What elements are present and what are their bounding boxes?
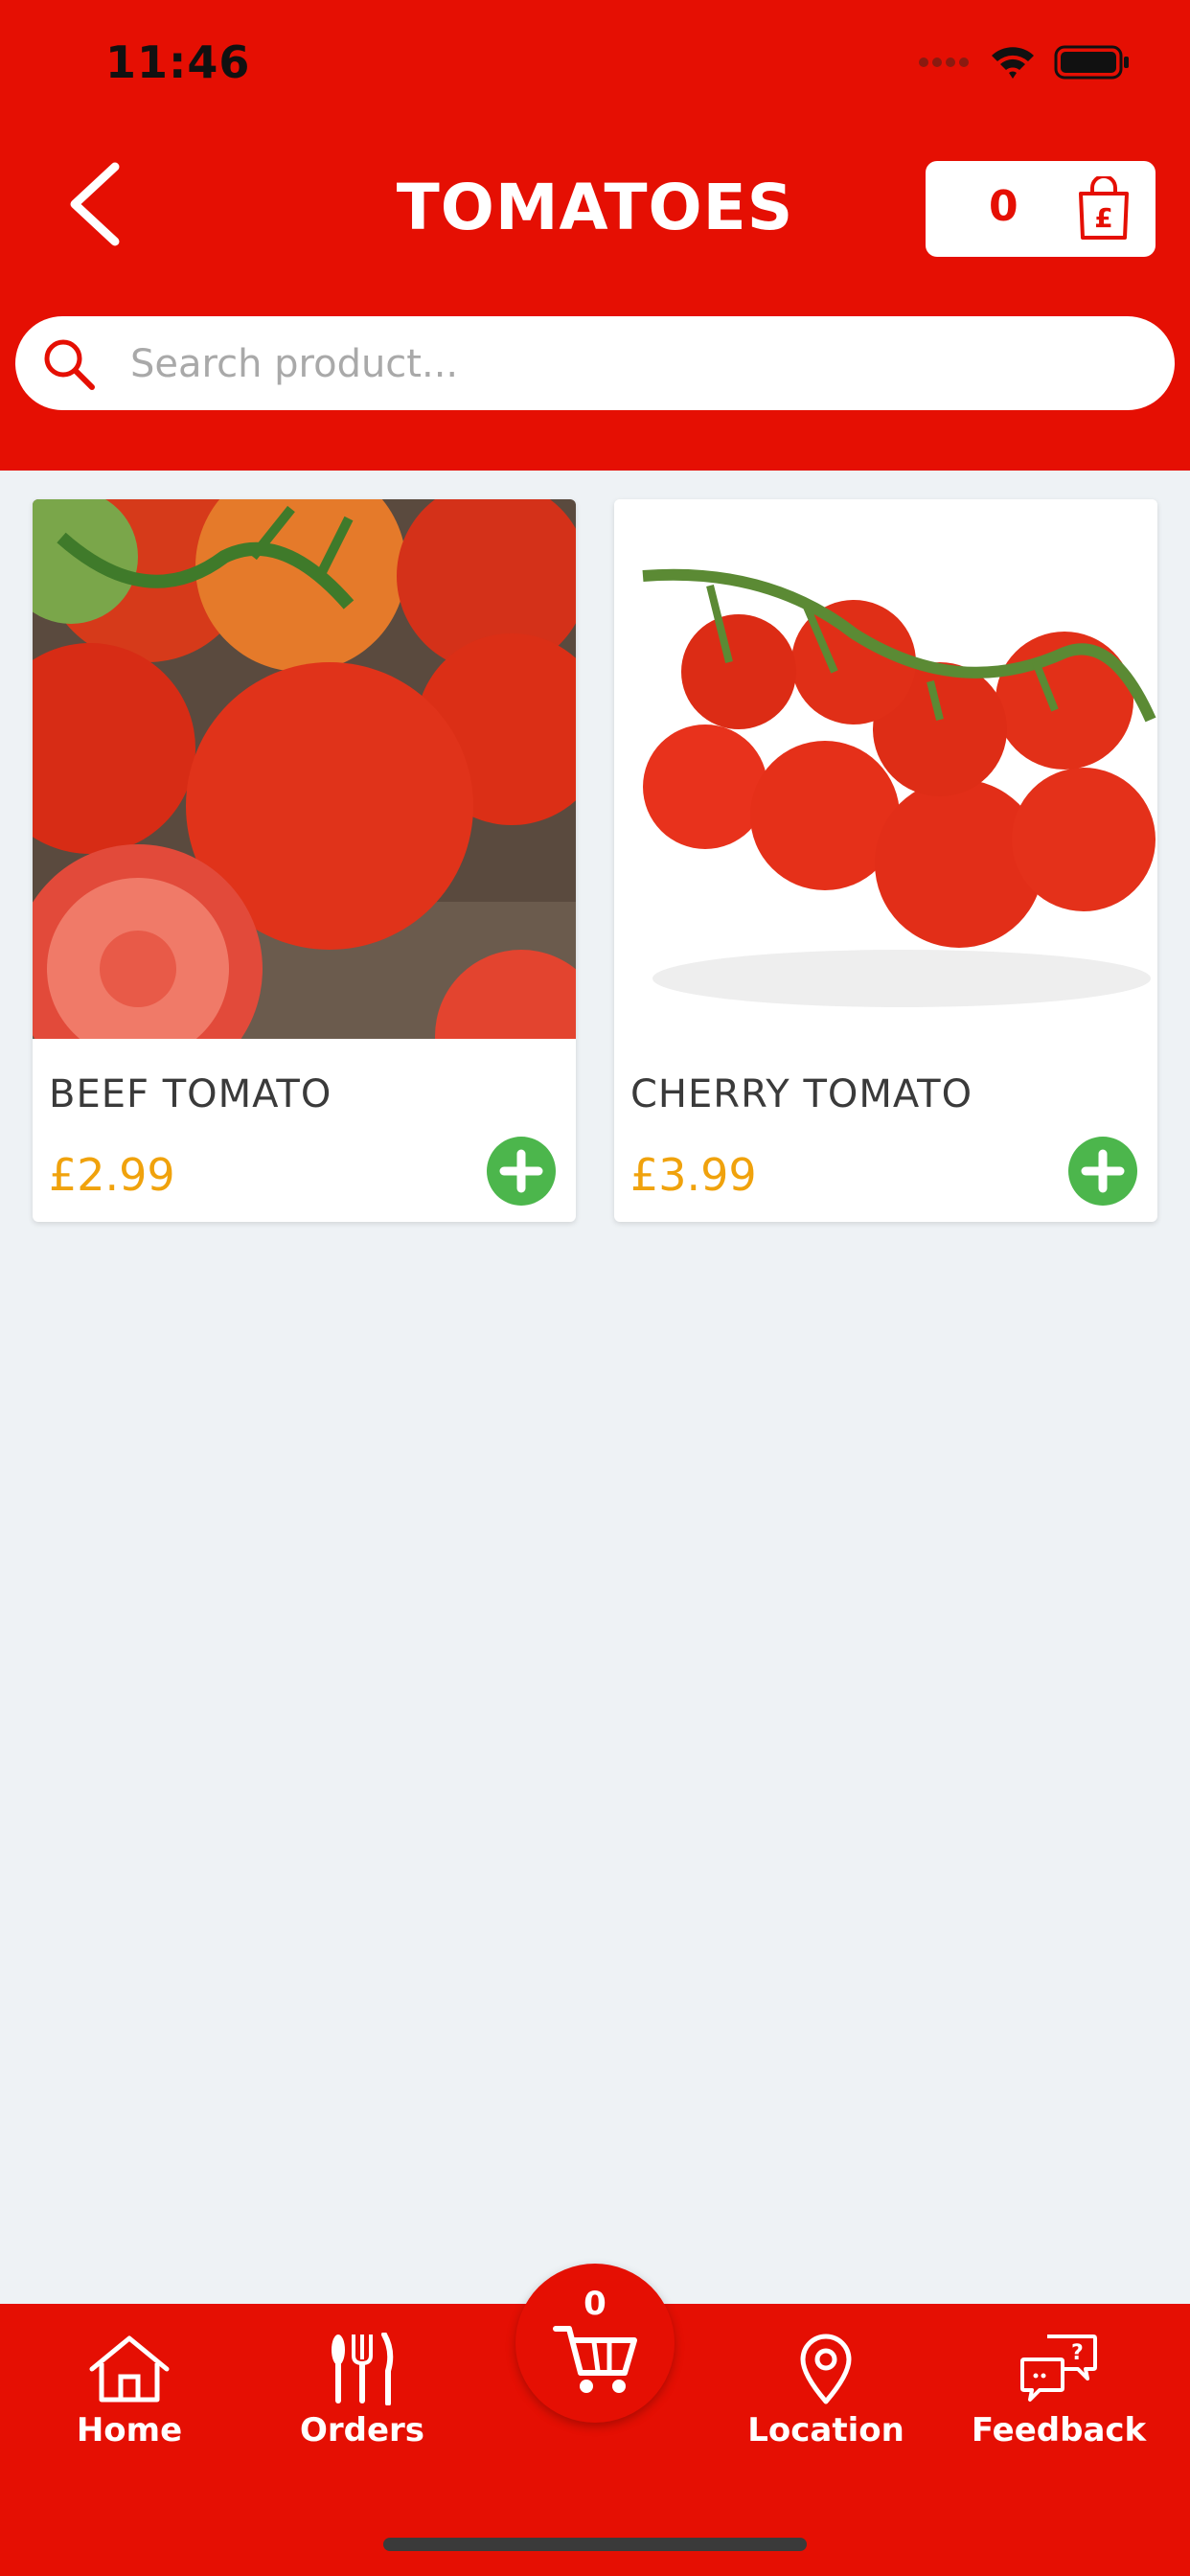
cherry-tomato-image	[614, 499, 1157, 1039]
feedback-icon: ?	[1020, 2334, 1097, 2402]
product-price: £3.99	[630, 1149, 757, 1201]
battery-icon	[1054, 45, 1129, 80]
center-cart-button[interactable]: 0	[515, 2264, 675, 2423]
nav-label-feedback: Feedback	[971, 2411, 1147, 2450]
beef-tomato-image	[33, 499, 576, 1039]
product-card[interactable]: BEEF TOMATO £2.99	[33, 499, 576, 1222]
nav-label-orders: Orders	[299, 2411, 425, 2450]
product-card[interactable]: CHERRY TOMATO £3.99	[614, 499, 1157, 1222]
wifi-icon	[992, 47, 1034, 79]
nav-label-home: Home	[76, 2411, 183, 2450]
product-price: £2.99	[49, 1149, 175, 1201]
shopping-bag-icon: £	[1079, 176, 1129, 240]
header-cart-button[interactable]: 0 £	[926, 161, 1156, 257]
nav-item-home[interactable]: Home	[24, 2304, 235, 2496]
location-pin-icon	[800, 2334, 852, 2404]
add-to-cart-button[interactable]	[487, 1137, 556, 1206]
status-icons	[918, 44, 1131, 80]
center-cart-count: 0	[584, 2285, 606, 2323]
plus-icon	[499, 1149, 543, 1193]
svg-text:?: ?	[1071, 2341, 1084, 2365]
search-icon	[44, 339, 95, 390]
search-bar	[15, 316, 1175, 412]
nav-item-orders[interactable]: Orders	[257, 2304, 468, 2496]
cart-icon	[553, 2326, 637, 2393]
product-name: BEEF TOMATO	[49, 1072, 332, 1116]
nav-item-location[interactable]: Location	[721, 2304, 931, 2496]
nav-item-feedback[interactable]: ? Feedback	[953, 2304, 1164, 2496]
plus-icon	[1081, 1149, 1125, 1193]
signal-icon	[919, 58, 969, 67]
home-indicator	[383, 2538, 807, 2551]
nav-label-location: Location	[747, 2411, 904, 2450]
app-header: 11:46 TOMATOES 0 £	[0, 0, 1190, 471]
add-to-cart-button[interactable]	[1068, 1137, 1137, 1206]
svg-text:£: £	[1094, 202, 1112, 234]
header-cart-count: 0	[989, 182, 1018, 231]
cutlery-icon	[332, 2333, 394, 2405]
product-name: CHERRY TOMATO	[630, 1072, 973, 1116]
status-time: 11:46	[105, 36, 251, 88]
home-icon	[89, 2335, 170, 2403]
search-input[interactable]	[128, 316, 1148, 412]
